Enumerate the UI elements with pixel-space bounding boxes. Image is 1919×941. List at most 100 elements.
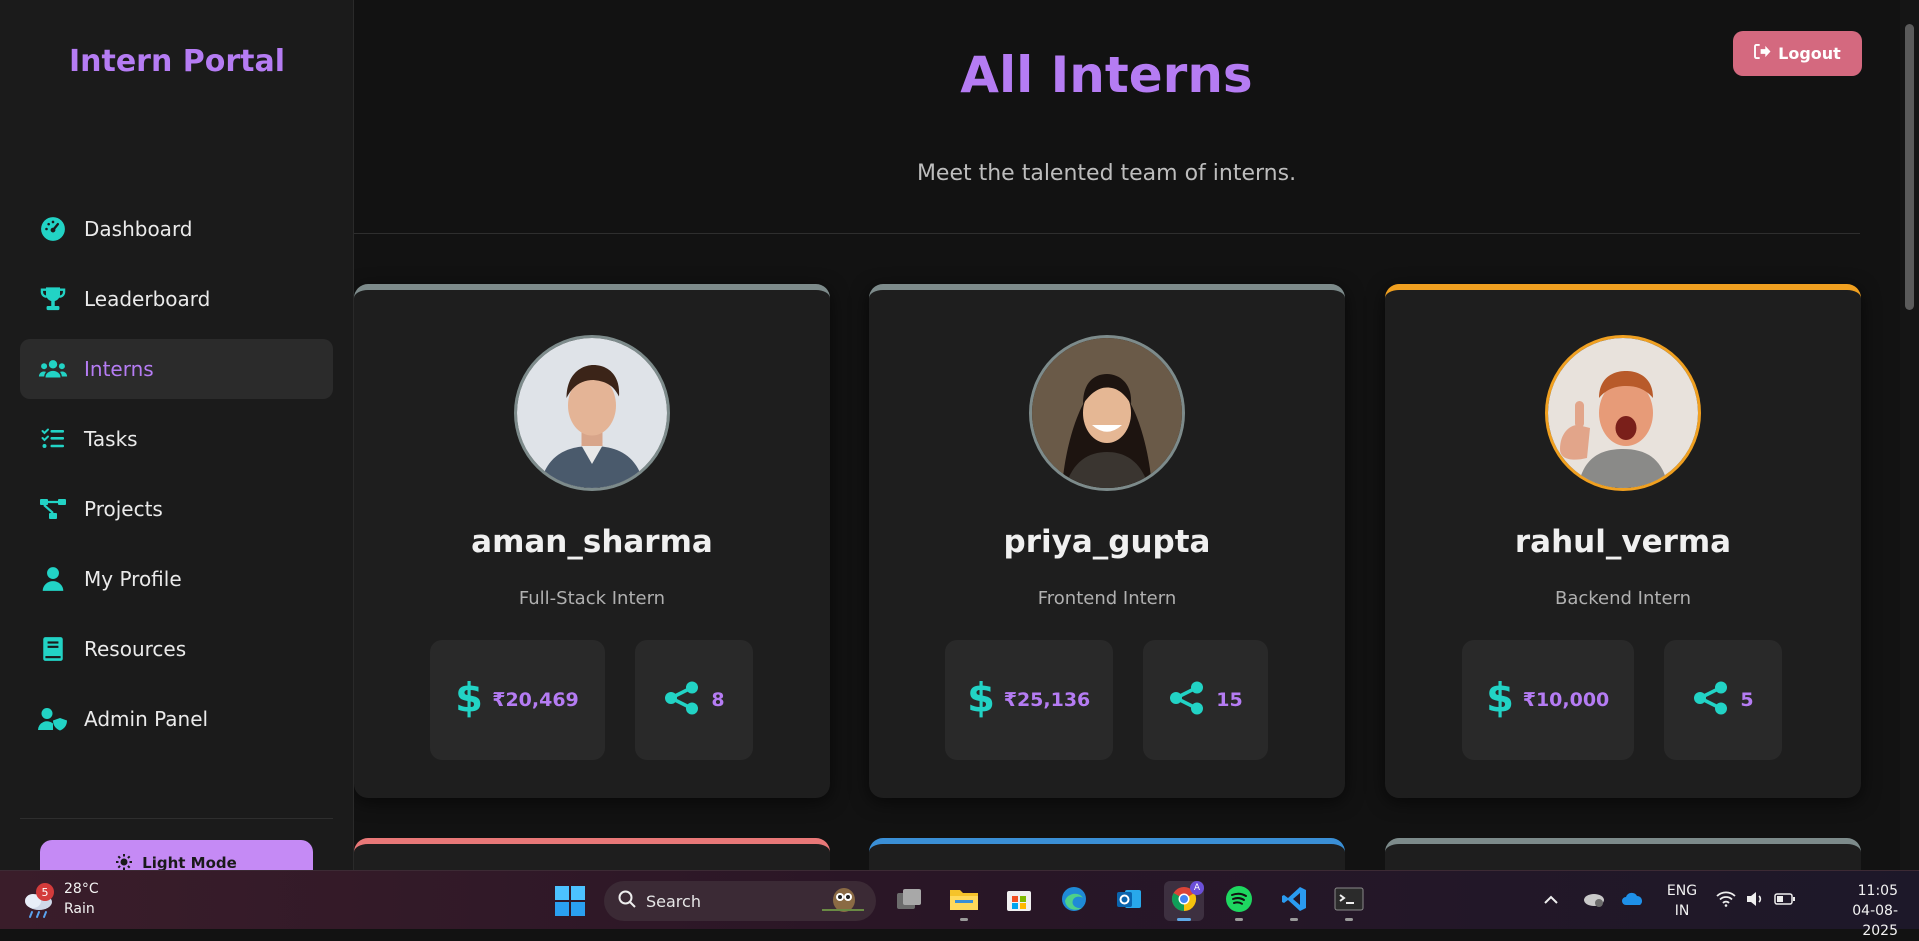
owl-icon — [820, 884, 866, 918]
taskbar: 5 28°C Rain Search A ENG IN 11:05 04-08-… — [0, 870, 1919, 939]
running-indicator — [1290, 918, 1298, 921]
sidebar-item-projects[interactable]: Projects — [20, 479, 333, 539]
taskbar-edge[interactable] — [1054, 881, 1094, 921]
page-subtitle: Meet the talented team of interns. — [916, 161, 1297, 186]
avatar — [1029, 335, 1185, 491]
intern-card[interactable] — [1385, 838, 1861, 870]
spotify-icon — [1225, 885, 1253, 917]
intern-card[interactable]: rahul_verma Backend Intern $ ₹10,000 5 — [1385, 284, 1861, 798]
sidebar-item-label: Projects — [84, 497, 163, 521]
chevron-up-icon — [1543, 893, 1559, 909]
running-indicator — [1235, 918, 1243, 921]
sidebar-divider — [20, 818, 333, 819]
task-view-icon — [895, 887, 923, 915]
taskbar-spotify[interactable] — [1219, 881, 1259, 921]
share-icon — [1168, 681, 1206, 719]
edge-icon — [1060, 885, 1088, 917]
svg-text:$: $ — [968, 678, 994, 718]
dashboard-gauge-icon — [38, 214, 68, 244]
referrals-value: 8 — [711, 689, 725, 711]
language-indicator[interactable]: ENG IN — [1662, 881, 1702, 921]
sidebar-item-my-profile[interactable]: My Profile — [20, 549, 333, 609]
volume-icon — [1746, 891, 1764, 911]
language-line2: IN — [1674, 903, 1690, 919]
taskbar-file-explorer[interactable] — [944, 881, 984, 921]
user-shield-icon — [38, 704, 68, 734]
svg-text:$: $ — [456, 678, 482, 718]
dollar-icon: $ — [455, 676, 483, 722]
weather-badge: 5 — [36, 883, 54, 901]
sidebar-item-tasks[interactable]: Tasks — [20, 409, 333, 469]
windows-logo-icon — [555, 886, 585, 920]
intern-role: Full-Stack Intern — [518, 588, 666, 609]
weather-condition: Rain — [64, 901, 95, 917]
intern-card[interactable] — [869, 838, 1345, 870]
dollar-icon: $ — [1486, 676, 1514, 722]
taskbar-clock[interactable]: 11:05 04-08-2025 — [1818, 881, 1898, 941]
user-icon — [38, 564, 68, 594]
search-label: Search — [646, 891, 701, 911]
taskbar-task-view[interactable] — [889, 881, 929, 921]
share-icon — [1692, 681, 1730, 719]
taskbar-store[interactable] — [999, 881, 1039, 921]
sidebar: Intern Portal Dashboard Leaderboard Inte… — [0, 0, 354, 880]
header-divider — [354, 233, 1860, 234]
brand-title[interactable]: Intern Portal — [0, 44, 354, 79]
project-diagram-icon — [38, 494, 68, 524]
sidebar-item-leaderboard[interactable]: Leaderboard — [20, 269, 333, 329]
earnings-stat: $ ₹25,136 — [945, 640, 1113, 760]
earnings-value: ₹10,000 — [1522, 689, 1610, 711]
taskbar-outlook[interactable] — [1109, 881, 1149, 921]
wifi-icon — [1716, 891, 1736, 911]
intern-name: rahul_verma — [1514, 524, 1732, 560]
sidebar-item-label: Tasks — [84, 427, 138, 451]
chrome-profile-badge: A — [1190, 881, 1204, 895]
sidebar-item-label: Admin Panel — [84, 707, 209, 731]
intern-card[interactable]: aman_sharma Full-Stack Intern $ ₹20,469 … — [354, 284, 830, 798]
tray-chevron[interactable] — [1543, 871, 1559, 930]
sidebar-item-admin-panel[interactable]: Admin Panel — [20, 689, 333, 749]
weather-widget[interactable]: 5 28°C Rain — [22, 881, 112, 921]
tray-onedrive[interactable] — [1621, 871, 1645, 930]
tray-network-cloud[interactable] — [1582, 871, 1606, 930]
logout-button[interactable]: Logout — [1733, 31, 1862, 76]
sidebar-item-label: Resources — [84, 637, 187, 661]
tasks-list-icon — [38, 424, 68, 454]
intern-name: priya_gupta — [1003, 524, 1211, 560]
onedrive-icon — [1621, 891, 1645, 911]
intern-card[interactable] — [354, 838, 830, 870]
intern-card[interactable]: priya_gupta Frontend Intern $ ₹25,136 15 — [869, 284, 1345, 798]
sidebar-item-resources[interactable]: Resources — [20, 619, 333, 679]
sidebar-item-label: Interns — [84, 357, 154, 381]
search-icon — [618, 890, 636, 912]
taskbar-chrome[interactable]: A — [1164, 881, 1204, 921]
scrollbar-thumb[interactable] — [1905, 24, 1914, 310]
terminal-icon — [1334, 887, 1364, 915]
logout-label: Logout — [1778, 44, 1841, 63]
sign-out-icon — [1754, 44, 1771, 63]
intern-role: Frontend Intern — [1037, 588, 1177, 609]
app-window: Intern Portal Dashboard Leaderboard Inte… — [0, 0, 1919, 880]
sidebar-item-interns[interactable]: Interns — [20, 339, 333, 399]
taskbar-vscode[interactable] — [1274, 881, 1314, 921]
trophy-icon — [38, 284, 68, 314]
sidebar-item-dashboard[interactable]: Dashboard — [20, 199, 333, 259]
tray-quick-settings[interactable] — [1716, 871, 1796, 930]
earnings-value: ₹20,469 — [492, 689, 579, 711]
store-icon — [1005, 885, 1033, 917]
earnings-stat: $ ₹10,000 — [1462, 640, 1634, 760]
referrals-stat: 15 — [1143, 640, 1268, 760]
dollar-icon: $ — [967, 676, 995, 722]
referrals-stat: 5 — [1664, 640, 1782, 760]
windows-start-button[interactable] — [555, 886, 585, 916]
taskbar-search[interactable]: Search — [604, 881, 876, 921]
main-content: All Interns Meet the talented team of in… — [354, 0, 1900, 870]
sidebar-item-label: My Profile — [84, 567, 182, 591]
cloud-sync-icon — [1582, 890, 1606, 912]
page-scrollbar[interactable] — [1900, 0, 1919, 870]
svg-text:$: $ — [1487, 678, 1513, 718]
book-icon — [38, 634, 68, 664]
referrals-value: 15 — [1216, 689, 1243, 711]
taskbar-terminal[interactable] — [1329, 881, 1369, 921]
sidebar-item-label: Dashboard — [84, 217, 193, 241]
